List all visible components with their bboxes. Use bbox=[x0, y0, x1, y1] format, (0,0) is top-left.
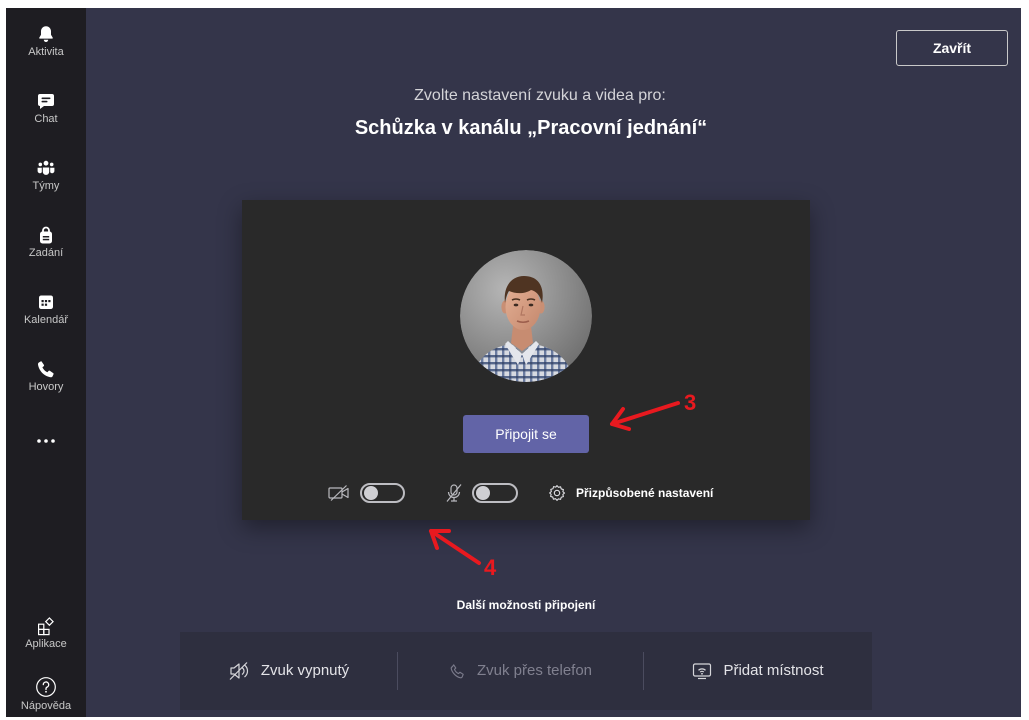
option-label: Přidat místnost bbox=[723, 662, 824, 679]
sidebar-item-label: Aplikace bbox=[25, 638, 67, 650]
other-join-options: Zvuk vypnutý Zvuk přes telefon Přidat mí… bbox=[180, 632, 872, 710]
sidebar-item-hovory[interactable]: Hovory bbox=[6, 359, 86, 403]
toggle-knob bbox=[364, 486, 378, 500]
sidebar-item-label: Týmy bbox=[32, 180, 60, 192]
prejoin-screen: Zavřít Zvolte nastavení zvuku a videa pr… bbox=[86, 8, 1021, 717]
option-label: Zvuk přes telefon bbox=[476, 662, 593, 679]
apps-icon bbox=[37, 617, 54, 636]
sidebar-item-napoveda[interactable]: Nápověda bbox=[6, 676, 86, 720]
more-icon bbox=[37, 439, 55, 443]
toggle-knob bbox=[476, 486, 490, 500]
sidebar-item-tymy[interactable]: Týmy bbox=[6, 158, 86, 202]
audio-off-option[interactable]: Zvuk vypnutý bbox=[180, 632, 397, 710]
mic-off-icon bbox=[446, 484, 462, 502]
sidebar-item-zadani[interactable]: Zadání bbox=[6, 225, 86, 269]
phone-audio-option[interactable]: Zvuk přes telefon bbox=[398, 632, 643, 710]
microphone-toggle[interactable] bbox=[472, 483, 518, 503]
video-preview-card: Připojit se Přizpůsobené nastavení bbox=[242, 200, 810, 520]
sidebar-item-label: Hovory bbox=[28, 381, 64, 393]
speaker-off-icon bbox=[229, 662, 248, 680]
chat-icon bbox=[38, 94, 54, 109]
teams-icon bbox=[37, 160, 55, 175]
sidebar-item-label: Kalendář bbox=[23, 314, 69, 326]
meeting-title: Schůzka v kanálu „Pracovní jednání“ bbox=[354, 117, 708, 139]
calendar-icon bbox=[39, 295, 53, 309]
calls-icon bbox=[37, 361, 54, 378]
gear-icon bbox=[549, 485, 566, 501]
sidebar-item-kalendar[interactable]: Kalendář bbox=[6, 292, 86, 336]
camera-toggle[interactable] bbox=[360, 483, 405, 503]
sidebar-item-chat[interactable]: Chat bbox=[6, 91, 86, 135]
app-bar: Aktivita Chat Týmy Zadání Kalendář Hovor… bbox=[6, 8, 86, 717]
join-button[interactable]: Připojit se bbox=[463, 415, 589, 453]
prejoin-subtitle: Zvolte nastavení zvuku a videa pro: bbox=[414, 87, 666, 104]
phone-icon bbox=[450, 663, 464, 678]
sidebar-item-label: Aktivita bbox=[28, 46, 64, 58]
bell-icon bbox=[39, 26, 53, 42]
avatar-photo bbox=[460, 250, 592, 382]
assignments-icon bbox=[40, 226, 52, 244]
video-off-icon bbox=[328, 485, 349, 501]
add-room-option[interactable]: Přidat místnost bbox=[644, 632, 872, 710]
close-button[interactable]: Zavřít bbox=[896, 30, 1008, 66]
sidebar-item-label: Chat bbox=[34, 113, 58, 125]
sidebar-item-aplikace[interactable]: Aplikace bbox=[6, 616, 86, 660]
option-label: Zvuk vypnutý bbox=[260, 662, 350, 679]
other-join-options-heading: Další možnosti připojení bbox=[456, 598, 596, 612]
help-icon bbox=[36, 677, 56, 697]
sidebar-item-label: Zadání bbox=[28, 247, 64, 259]
sidebar-item-label: Nápověda bbox=[20, 700, 72, 712]
custom-settings-button[interactable]: Přizpůsobené nastavení bbox=[548, 483, 713, 503]
custom-settings-label: Přizpůsobené nastavení bbox=[576, 486, 714, 500]
sidebar-more-button[interactable] bbox=[6, 431, 86, 451]
room-cast-icon bbox=[693, 663, 712, 680]
avatar bbox=[460, 250, 592, 382]
sidebar-item-aktivita[interactable]: Aktivita bbox=[6, 24, 86, 68]
